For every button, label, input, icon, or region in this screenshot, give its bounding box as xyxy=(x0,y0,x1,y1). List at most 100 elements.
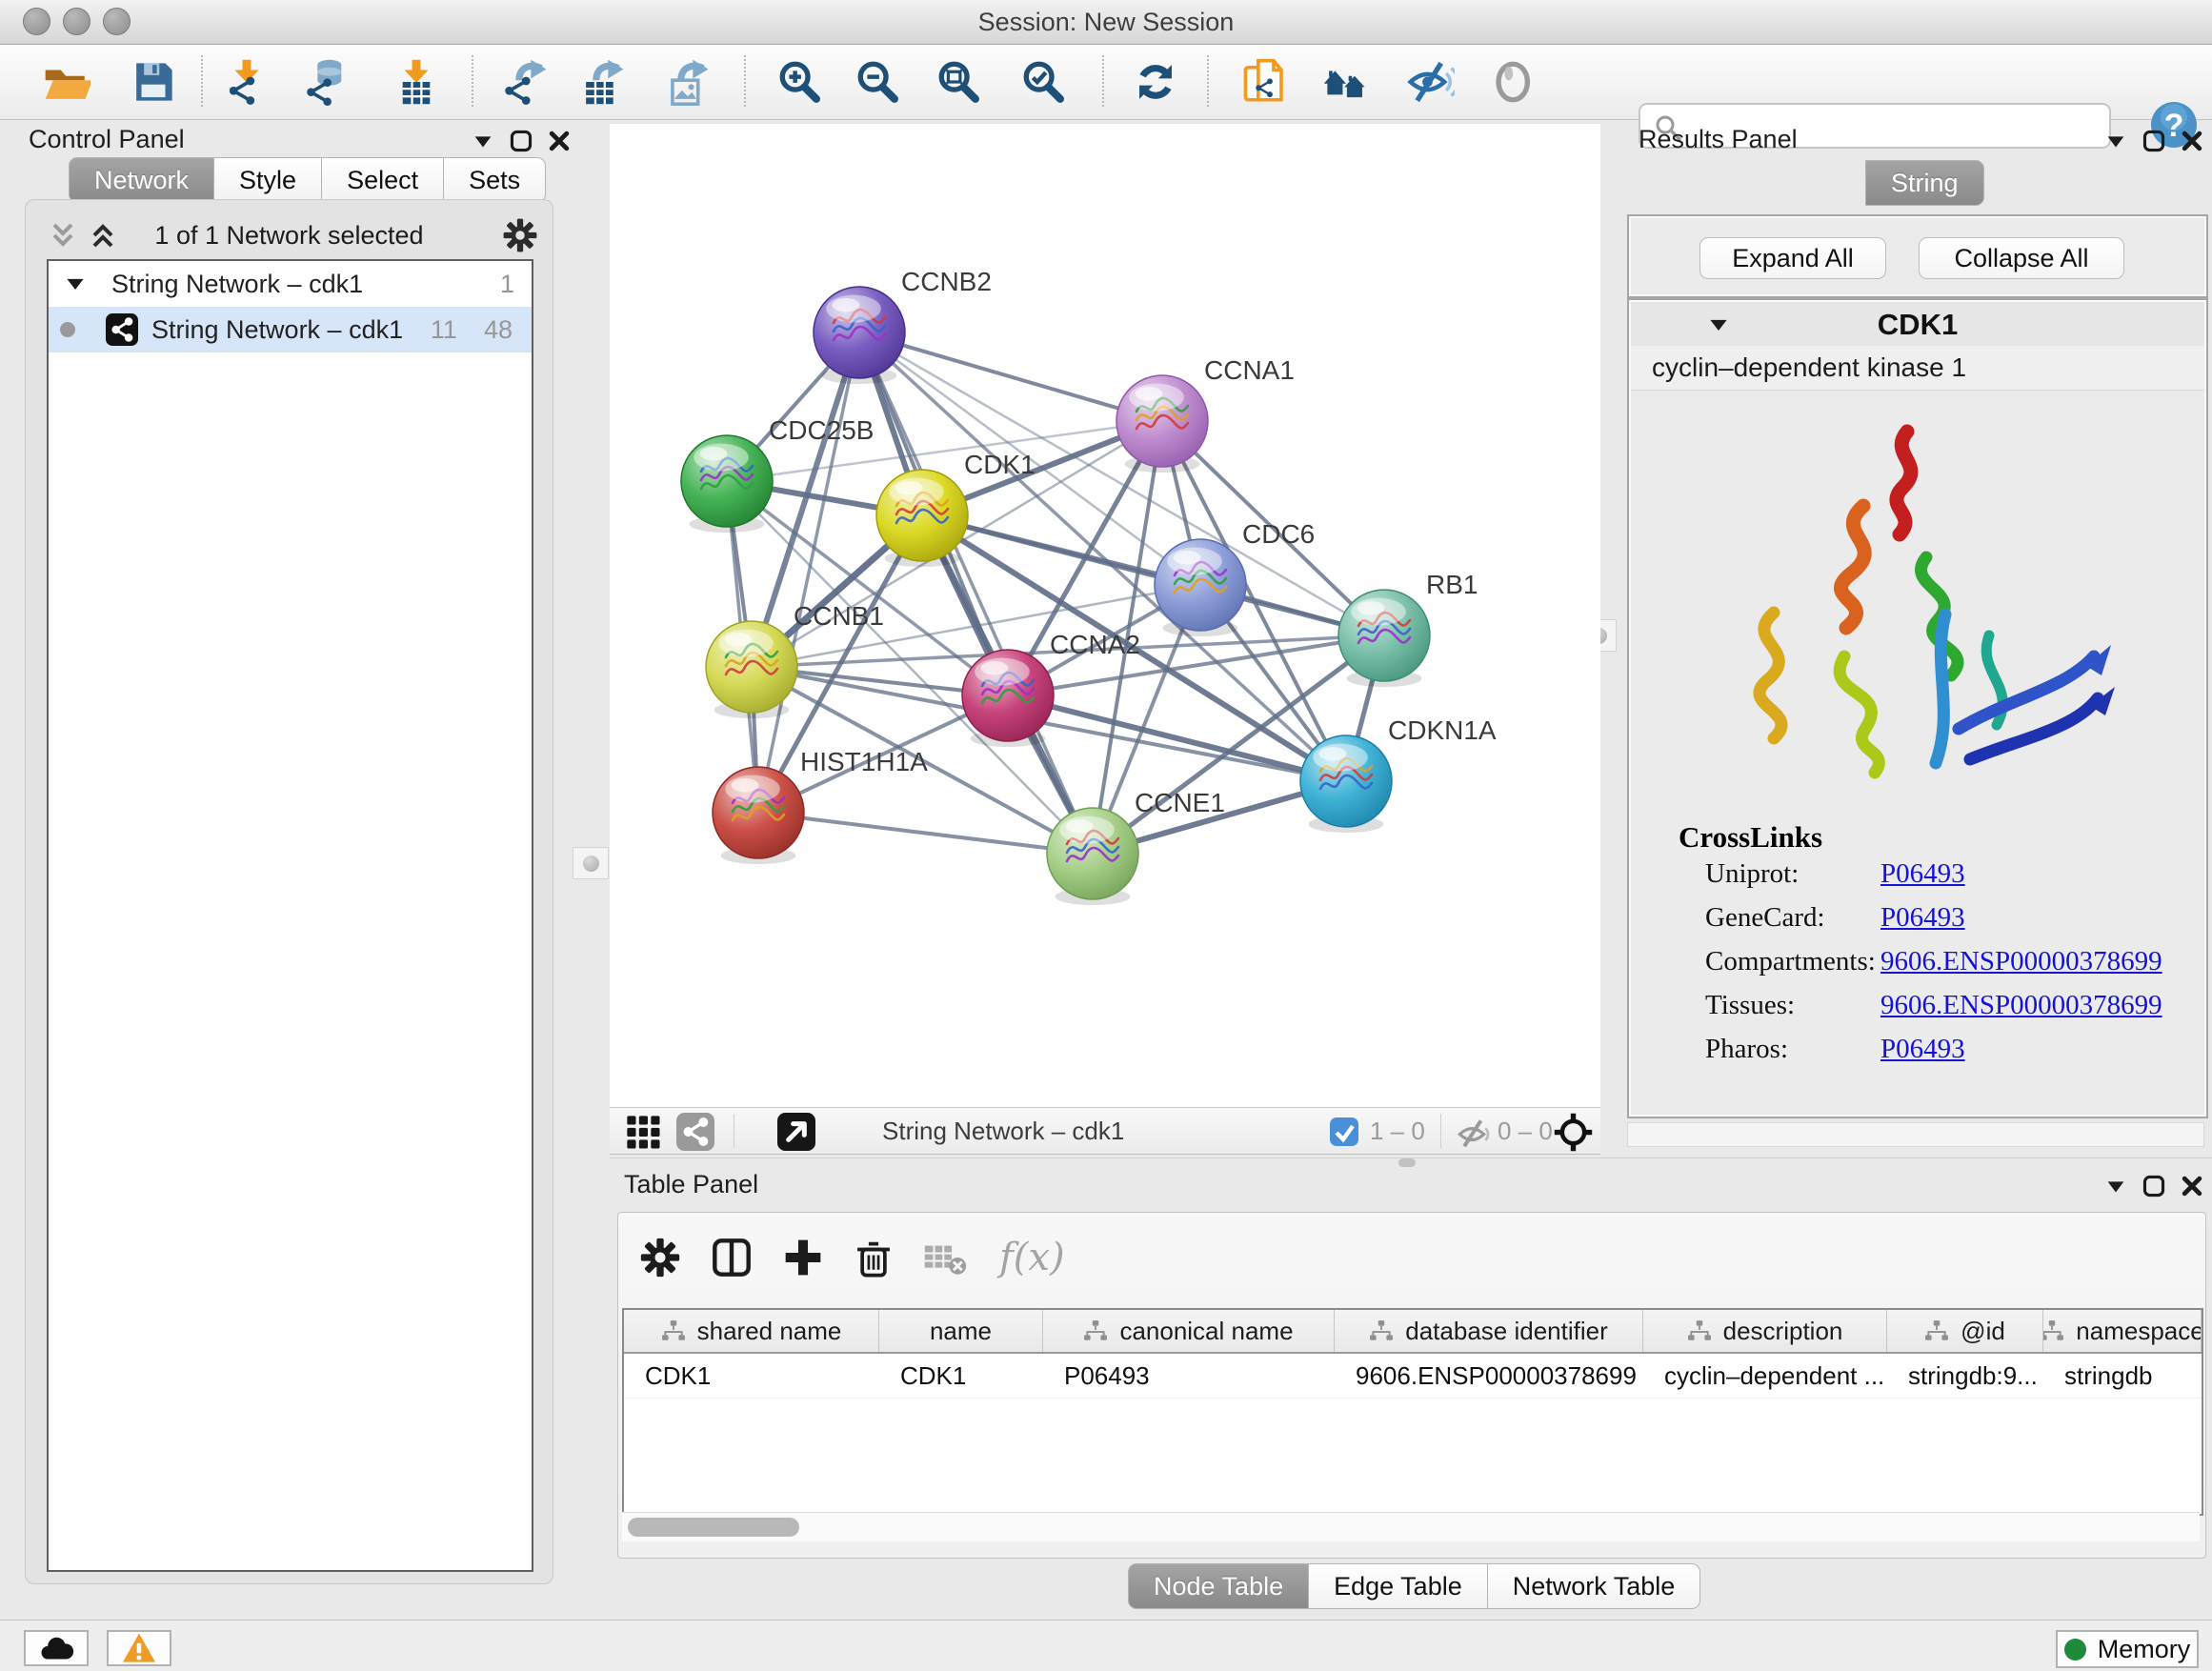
zoom-out-button[interactable] xyxy=(849,53,908,111)
export-image-button[interactable] xyxy=(658,53,717,111)
tab-node-table[interactable]: Node Table xyxy=(1128,1563,1309,1609)
tab-style[interactable]: Style xyxy=(214,157,322,203)
panel-collapse-icon[interactable] xyxy=(471,129,495,153)
crosslink-link[interactable]: P06493 xyxy=(1880,1034,1965,1077)
node-CCNB1[interactable] xyxy=(706,621,797,718)
column-header-name[interactable]: name xyxy=(879,1310,1043,1352)
network-list-toolbar: 1 of 1 Network selected xyxy=(26,213,553,255)
table-body: CDK1CDK1P064939606.ENSP00000378699cyclin… xyxy=(624,1354,2202,1399)
results-collapse-icon[interactable] xyxy=(2103,129,2128,153)
column-header-description[interactable]: description xyxy=(1643,1310,1887,1352)
warning-icon xyxy=(121,1632,157,1664)
column-label: description xyxy=(1723,1317,1843,1346)
table-float-icon[interactable] xyxy=(2142,1174,2166,1198)
crosslink-link[interactable]: 9606.ENSP00000378699 xyxy=(1880,946,2162,990)
network-tab-body: 1 of 1 Network selected String Network –… xyxy=(25,199,553,1584)
column-label: @id xyxy=(1961,1317,2005,1346)
table-hscrollbar-track[interactable] xyxy=(622,1512,2200,1541)
table-close-icon[interactable] xyxy=(2180,1174,2204,1198)
node-CDKN1A[interactable] xyxy=(1300,735,1392,833)
selected-checkbox-icon[interactable] xyxy=(1330,1117,1358,1146)
table-settings-gear-icon[interactable] xyxy=(639,1237,681,1278)
edge-CCNB2-CCNA1[interactable] xyxy=(859,332,1162,421)
network-canvas[interactable]: CCNB2CCNA1CDC25BCDK1CDC6RB1CCNB1CCNA2CDK… xyxy=(610,124,1600,1107)
node-CCNA1[interactable] xyxy=(1116,375,1208,473)
export-table-button[interactable] xyxy=(573,53,633,111)
import-table-from-file-button[interactable] xyxy=(387,53,446,111)
string-view-icon[interactable] xyxy=(676,1113,714,1151)
column-header-database-identifier[interactable]: database identifier xyxy=(1335,1310,1643,1352)
tab-edge-table[interactable]: Edge Table xyxy=(1309,1563,1488,1609)
cloud-button[interactable] xyxy=(24,1630,89,1666)
zoom-fit-content-button[interactable] xyxy=(930,53,989,111)
crosslink-link[interactable]: P06493 xyxy=(1880,902,1965,946)
birdseye-crosshair-icon[interactable] xyxy=(1553,1112,1594,1153)
network-collection-row[interactable]: String Network – cdk1 1 xyxy=(49,261,532,307)
node-table[interactable]: shared namenamecanonical namedatabase id… xyxy=(622,1308,2203,1516)
left-splitter-handle[interactable] xyxy=(573,847,609,879)
table-row[interactable]: CDK1CDK1P064939606.ENSP00000378699cyclin… xyxy=(624,1354,2202,1399)
table-tabs: Node TableEdge TableNetwork Table xyxy=(1128,1563,1700,1607)
selected-count: 1 – 0 xyxy=(1370,1117,1425,1146)
tab-network[interactable]: Network xyxy=(69,157,214,203)
crosslink-link[interactable]: P06493 xyxy=(1880,858,1965,902)
grid-view-icon[interactable] xyxy=(624,1113,662,1151)
import-network-from-file-button[interactable] xyxy=(217,53,276,111)
show-all-button[interactable] xyxy=(1485,53,1544,111)
create-column-plus-icon[interactable] xyxy=(782,1237,824,1278)
expand-all-button[interactable]: Expand All xyxy=(1699,237,1886,279)
table-hscrollbar-thumb[interactable] xyxy=(628,1518,799,1537)
protein-header-row[interactable]: CDK1 xyxy=(1631,302,2204,347)
crosslink-link[interactable]: 9606.ENSP00000378699 xyxy=(1880,990,2162,1034)
table-toolbar: f(x) xyxy=(639,1230,1076,1285)
table-cell: CDK1 xyxy=(879,1354,1043,1398)
node-RB1[interactable] xyxy=(1338,590,1430,687)
open-in-new-window-icon[interactable] xyxy=(777,1113,815,1151)
refresh-network-view-button[interactable] xyxy=(1126,53,1185,111)
hide-selection-button[interactable] xyxy=(1401,53,1460,111)
zoom-in-button[interactable] xyxy=(771,53,830,111)
results-scrollbar-track[interactable] xyxy=(1627,1122,2204,1147)
node-CDC6[interactable] xyxy=(1155,539,1246,636)
first-neighbors-button[interactable] xyxy=(1317,53,1376,111)
table-collapse-icon[interactable] xyxy=(2103,1174,2128,1198)
node-label-CDK1: CDK1 xyxy=(964,450,1036,479)
node-HIST1H1A[interactable] xyxy=(713,767,804,864)
memory-button[interactable]: Memory xyxy=(2056,1630,2199,1668)
node-CDK1[interactable] xyxy=(876,470,968,567)
zoom-selected-region-button[interactable] xyxy=(1015,53,1074,111)
hidden-eye-icon xyxy=(1454,1115,1490,1151)
import-network-from-database-button[interactable] xyxy=(298,53,357,111)
network-status-dot xyxy=(60,322,75,337)
network-row[interactable]: String Network – cdk1 11 48 xyxy=(49,307,532,352)
column-header-shared-name[interactable]: shared name xyxy=(624,1310,879,1352)
cloud-icon xyxy=(37,1634,75,1662)
tab-sets[interactable]: Sets xyxy=(444,157,546,203)
new-network-from-selection-button[interactable] xyxy=(1236,53,1295,111)
open-session-button[interactable] xyxy=(37,53,96,111)
collapse-all-button[interactable]: Collapse All xyxy=(1919,237,2124,279)
column-header-@id[interactable]: @id xyxy=(1887,1310,2043,1352)
edge-CCNA2-CDKN1A[interactable] xyxy=(1008,695,1346,781)
panel-float-icon[interactable] xyxy=(509,129,533,153)
show-columns-icon[interactable] xyxy=(710,1236,754,1279)
results-close-icon[interactable] xyxy=(2180,129,2204,153)
column-header-namespace[interactable]: namespace xyxy=(2043,1310,2202,1352)
tab-network-table[interactable]: Network Table xyxy=(1488,1563,1701,1609)
protein-name: CDK1 xyxy=(1631,308,2204,342)
node-CDC25B[interactable] xyxy=(681,435,773,533)
network-options-gear-icon[interactable] xyxy=(502,217,538,253)
results-float-icon[interactable] xyxy=(2142,129,2166,153)
column-header-canonical-name[interactable]: canonical name xyxy=(1043,1310,1335,1352)
node-CCNE1[interactable] xyxy=(1047,808,1138,905)
tab-select[interactable]: Select xyxy=(322,157,444,203)
save-session-button[interactable] xyxy=(124,53,183,111)
delete-column-trash-icon[interactable] xyxy=(853,1237,895,1278)
warnings-button[interactable] xyxy=(107,1630,171,1666)
column-label: namespace xyxy=(2076,1317,2202,1346)
edge-HIST1H1A-CCNE1[interactable] xyxy=(758,813,1093,854)
collection-disclosure-icon[interactable] xyxy=(64,272,87,295)
tab-string[interactable]: String xyxy=(1865,160,1984,206)
panel-close-icon[interactable] xyxy=(547,129,572,153)
export-network-button[interactable] xyxy=(496,53,555,111)
